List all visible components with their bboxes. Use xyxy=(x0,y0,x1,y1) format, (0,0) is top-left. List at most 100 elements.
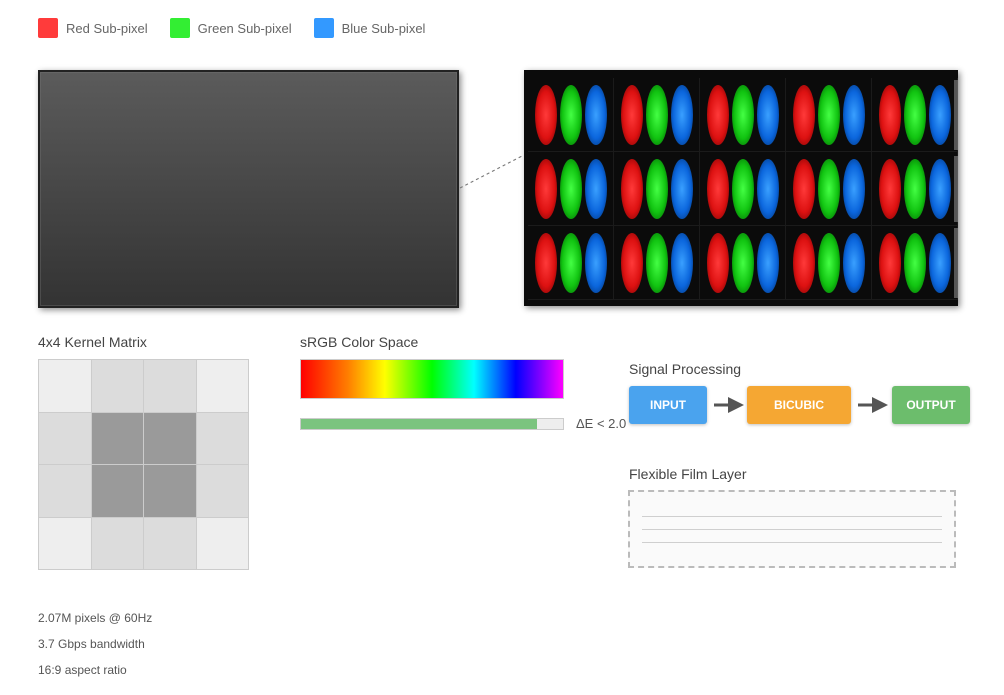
green-subpixel xyxy=(731,232,754,293)
legend-label: Red Sub-pixel xyxy=(66,20,148,36)
pixel-cell xyxy=(872,152,958,226)
red-subpixel xyxy=(792,158,815,219)
green-subpixel xyxy=(731,158,754,219)
blue-subpixel xyxy=(842,232,865,293)
blue-subpixel xyxy=(670,158,693,219)
red-subpixel xyxy=(706,158,729,219)
color-space-title: sRGB Color Space xyxy=(300,334,419,350)
kernel-matrix xyxy=(38,359,249,570)
subpixel-magnifier xyxy=(524,70,958,306)
red-subpixel xyxy=(878,158,901,219)
arrow-icon xyxy=(714,397,744,413)
legend-item-green: Green Sub-pixel xyxy=(169,18,292,38)
film-title: Flexible Film Layer xyxy=(629,466,747,482)
bicubic-node: BICUBIC xyxy=(747,386,851,424)
legend-item-blue: Blue Sub-pixel xyxy=(313,18,426,38)
red-subpixel xyxy=(792,232,815,293)
red-subpixel xyxy=(706,84,729,145)
kernel-cell xyxy=(91,360,144,413)
input-node: INPUT xyxy=(629,386,707,424)
pixel-grid xyxy=(528,78,958,300)
green-subpixel xyxy=(645,232,668,293)
pixel-cell xyxy=(786,226,872,300)
pixel-cell xyxy=(614,78,700,152)
legend-label: Blue Sub-pixel xyxy=(341,20,426,36)
delta-e-label: ΔE < 2.0 xyxy=(576,416,627,431)
red-subpixel xyxy=(620,232,643,293)
green-subpixel xyxy=(817,158,840,219)
kernel-cell xyxy=(91,517,144,570)
pixel-cell xyxy=(872,226,958,300)
blue-subpixel xyxy=(756,84,779,145)
legend-label: Green Sub-pixel xyxy=(197,20,292,36)
green-swatch xyxy=(169,18,190,38)
pixel-cell xyxy=(786,78,872,152)
screen-bezel xyxy=(40,72,457,306)
green-subpixel xyxy=(559,158,582,219)
pixel-cell xyxy=(700,226,786,300)
legend-item-red: Red Sub-pixel xyxy=(38,18,148,38)
pixel-cell xyxy=(528,152,614,226)
red-subpixel xyxy=(620,84,643,145)
pixel-cell xyxy=(528,226,614,300)
blue-subpixel xyxy=(928,232,951,293)
blue-subpixel xyxy=(670,84,693,145)
kernel-cell xyxy=(144,517,197,570)
film-line xyxy=(642,542,942,543)
panel-edge xyxy=(954,156,958,222)
panel-edge xyxy=(954,228,958,298)
blue-subpixel xyxy=(928,158,951,219)
red-subpixel xyxy=(534,232,557,293)
pixel-cell xyxy=(700,152,786,226)
blue-subpixel xyxy=(842,84,865,145)
kernel-cell xyxy=(196,360,249,413)
green-subpixel xyxy=(559,232,582,293)
green-subpixel xyxy=(903,84,926,145)
green-subpixel xyxy=(903,232,926,293)
blue-subpixel xyxy=(584,158,607,219)
kernel-title: 4x4 Kernel Matrix xyxy=(38,334,147,350)
film-line xyxy=(642,529,942,530)
kernel-cell xyxy=(144,465,197,518)
green-subpixel xyxy=(817,232,840,293)
kernel-cell xyxy=(196,465,249,518)
green-subpixel xyxy=(903,158,926,219)
red-subpixel xyxy=(620,158,643,219)
red-subpixel xyxy=(706,232,729,293)
connector-line xyxy=(459,154,525,189)
legend: Red Sub-pixel Green Sub-pixel Blue Sub-p… xyxy=(38,17,447,39)
red-subpixel xyxy=(534,84,557,145)
blue-subpixel xyxy=(756,232,779,293)
panel-edge xyxy=(954,80,958,150)
color-spectrum xyxy=(300,359,564,399)
output-node: OUTPUT xyxy=(892,386,970,424)
red-swatch xyxy=(38,18,58,38)
kernel-cell xyxy=(196,412,249,465)
kernel-cell xyxy=(144,412,197,465)
blue-subpixel xyxy=(670,232,693,293)
pixel-cell xyxy=(614,152,700,226)
signal-title: Signal Processing xyxy=(629,361,742,377)
kernel-cell xyxy=(91,412,144,465)
film-line xyxy=(642,516,942,517)
green-subpixel xyxy=(731,84,754,145)
green-subpixel xyxy=(645,158,668,219)
pixel-cell xyxy=(614,226,700,300)
kernel-cell xyxy=(39,412,92,465)
kernel-cell xyxy=(39,517,92,570)
blue-subpixel xyxy=(842,158,865,219)
red-subpixel xyxy=(534,158,557,219)
gamut-coverage-fill xyxy=(301,419,537,429)
red-subpixel xyxy=(878,84,901,145)
kernel-cell xyxy=(39,360,92,413)
green-subpixel xyxy=(817,84,840,145)
green-subpixel xyxy=(559,84,582,145)
blue-subpixel xyxy=(756,158,779,219)
stat-bandwidth: 3.7 Gbps bandwidth xyxy=(38,637,145,651)
pixel-cell xyxy=(786,152,872,226)
gamut-coverage-bar xyxy=(300,418,564,430)
display-screen xyxy=(38,70,459,308)
pixel-cell xyxy=(872,78,958,152)
kernel-cell xyxy=(91,465,144,518)
blue-subpixel xyxy=(584,84,607,145)
